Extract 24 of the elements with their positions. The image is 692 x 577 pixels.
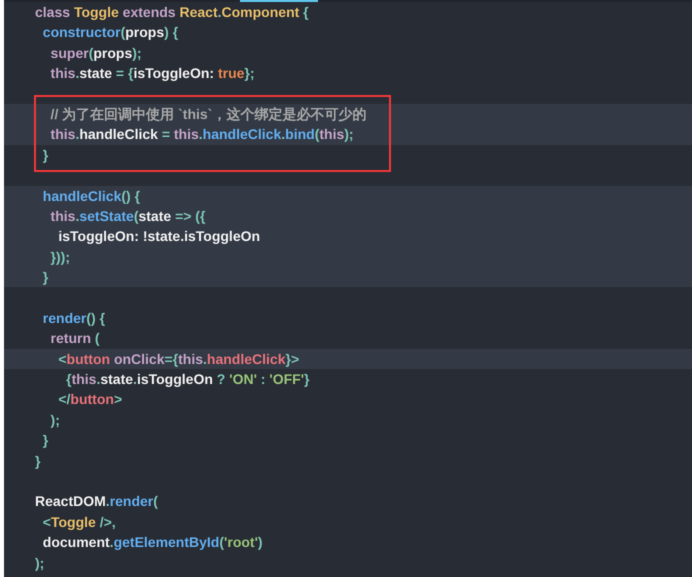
code-line: isToggleOn: !state.isToggleOn <box>57 227 260 246</box>
code-line: this.setState(state => ({ <box>50 206 206 226</box>
code-line: ); <box>50 410 60 430</box>
code-line: document.getElementById('root') <box>42 533 263 552</box>
code-line: class Toggle extends React.Component { <box>35 3 309 22</box>
code-line: ReactDOM.render( <box>35 492 158 512</box>
code-line: // 为了在回调中使用 `this`，这个绑定是必不可少的 <box>50 104 366 124</box>
code-line: } <box>35 452 40 471</box>
code-line: this.handleClick = this.handleClick.bind(this); <box>50 125 354 144</box>
code-line: {this.state.isToggleOn ? 'ON' : 'OFF'} <box>65 370 310 390</box>
code-line: ); <box>35 554 44 573</box>
code-line: <button onClick={this.handleClick}> <box>57 350 300 369</box>
code-line: </button> <box>57 390 122 410</box>
code-line: return ( <box>50 329 100 348</box>
code-line: } <box>42 146 48 165</box>
code-line: render() { <box>42 308 106 328</box>
code-line: super(props); <box>50 44 142 63</box>
code-line: } <box>42 431 48 450</box>
code-line: } <box>42 268 48 288</box>
code-line: constructor(props) { <box>42 23 178 42</box>
code-line: handleClick() { <box>42 186 140 206</box>
code-line: <Toggle />, <box>42 512 116 532</box>
code-line: })); <box>50 248 70 267</box>
code-line: this.state = {isToggleOn: true}; <box>50 64 255 84</box>
